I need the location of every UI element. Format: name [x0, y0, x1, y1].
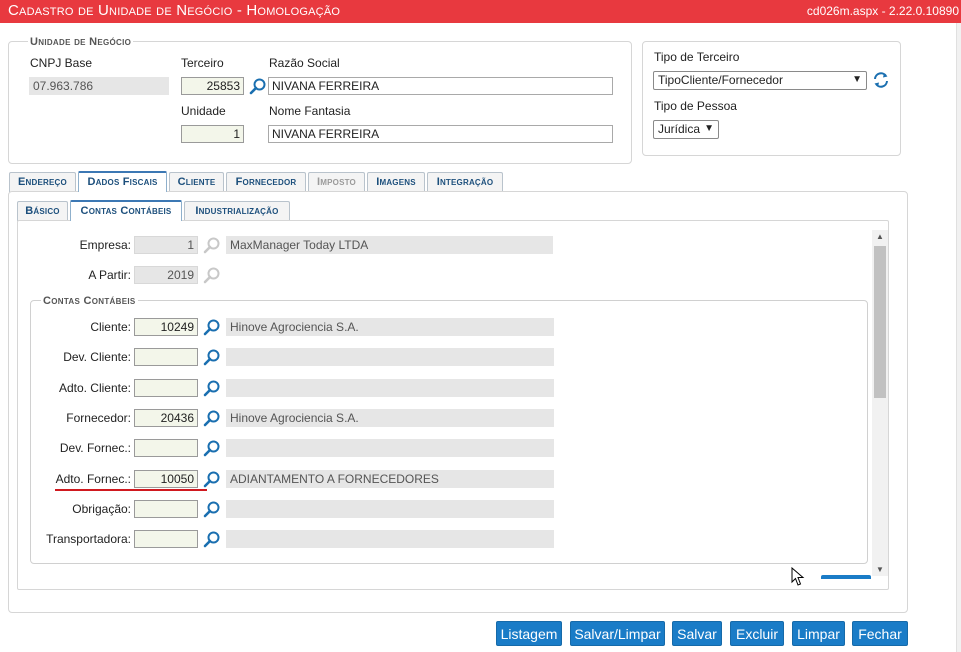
listagem-button[interactable]: Listagem: [496, 621, 562, 646]
content-scrollbar[interactable]: ▲ ▼: [872, 230, 888, 576]
contas-legend: Contas Contábeis: [41, 295, 138, 307]
conta-adto-cliente-desc: [226, 379, 554, 397]
razao-social-field[interactable]: NIVANA FERREIRA: [268, 77, 613, 95]
contas-fieldset: [30, 300, 868, 564]
subtab-basico[interactable]: Básico: [17, 201, 68, 221]
razao-social-label: Razão Social: [269, 56, 340, 70]
unidade-negocio-legend: Unidade de Negócio: [28, 36, 134, 48]
highlight-underline: [55, 489, 207, 491]
tipo-terceiro-value: TipoCliente/Fornecedor: [658, 73, 783, 87]
tab-imagens[interactable]: Imagens: [367, 172, 425, 192]
title-bar: Cadastro de Unidade de Negócio - Homolog…: [0, 0, 961, 23]
conta-fornecedor-search-icon[interactable]: [203, 409, 221, 427]
unidade-label: Unidade: [181, 104, 226, 118]
conta-dev-fornec-label: Dev. Fornec.:: [59, 441, 131, 455]
apartir-field: 2019: [134, 266, 198, 284]
nome-fantasia-field[interactable]: NIVANA FERREIRA: [268, 125, 613, 143]
refresh-icon[interactable]: [872, 71, 890, 89]
conta-fornecedor-label: Fornecedor:: [66, 411, 131, 425]
conta-cliente-search-icon[interactable]: [203, 318, 221, 336]
conta-fornecedor-desc: Hinove Agrociencia S.A.: [226, 409, 554, 427]
conta-dev-cliente-label: Dev. Cliente:: [63, 350, 131, 364]
fechar-button[interactable]: Fechar: [852, 621, 908, 646]
cnpj-field: 07.963.786: [29, 77, 169, 95]
scroll-thumb[interactable]: [874, 246, 886, 398]
conta-adto-cliente-search-icon[interactable]: [203, 379, 221, 397]
terceiro-field[interactable]: 25853: [181, 77, 244, 95]
nome-fantasia-label: Nome Fantasia: [269, 104, 351, 118]
conta-dev-cliente-search-icon[interactable]: [203, 348, 221, 366]
window-scrollbar[interactable]: [956, 23, 961, 652]
partial-button[interactable]: [821, 575, 871, 579]
tab-cliente[interactable]: Cliente: [169, 172, 224, 192]
empresa-name-field: MaxManager Today LTDA: [226, 236, 553, 254]
mouse-cursor-icon: [791, 566, 805, 587]
empresa-search-icon: [203, 236, 221, 254]
tab-imposto: Imposto: [308, 172, 365, 192]
conta-transportadora-desc: [226, 530, 554, 548]
tab-fornecedor[interactable]: Fornecedor: [226, 172, 306, 192]
tipo-terceiro-select[interactable]: TipoCliente/Fornecedor ▼: [653, 71, 867, 90]
conta-adto-cliente-label: Adto. Cliente:: [58, 381, 131, 395]
conta-dev-cliente-code[interactable]: [134, 348, 198, 366]
conta-dev-fornec-desc: [226, 439, 554, 457]
apartir-search-icon: [203, 266, 221, 284]
empresa-code-field: 1: [134, 236, 198, 254]
version-label: cd026m.aspx - 2.22.0.10890: [806, 4, 959, 18]
conta-adto-fornec-desc: ADIANTAMENTO A FORNECEDORES: [226, 470, 554, 488]
salvar-limpar-button[interactable]: Salvar/Limpar: [570, 621, 665, 646]
conta-adto-fornec-code[interactable]: 10050: [134, 470, 198, 488]
conta-dev-cliente-desc: [226, 348, 554, 366]
conta-transportadora-code[interactable]: [134, 530, 198, 548]
chevron-down-icon: ▼: [852, 74, 862, 85]
terceiro-search-icon[interactable]: [249, 77, 267, 95]
salvar-button[interactable]: Salvar: [672, 621, 722, 646]
conta-cliente-code[interactable]: 10249: [134, 318, 198, 336]
conta-adto-fornec-label: Adto. Fornec.:: [55, 472, 131, 486]
apartir-label: A Partir:: [88, 268, 131, 282]
cnpj-label: CNPJ Base: [30, 56, 93, 70]
tab-dados-fiscais[interactable]: Dados Fiscais: [78, 171, 167, 192]
chevron-down-icon: ▼: [704, 123, 714, 134]
conta-obrigacao-search-icon[interactable]: [203, 500, 221, 518]
subtab-contas-contabeis[interactable]: Contas Contábeis: [70, 200, 182, 221]
conta-dev-fornec-code[interactable]: [134, 439, 198, 457]
conta-dev-fornec-search-icon[interactable]: [203, 439, 221, 457]
tipo-pessoa-value: Jurídica: [658, 122, 701, 136]
conta-cliente-label: Cliente:: [90, 320, 131, 334]
conta-adto-fornec-search-icon[interactable]: [203, 470, 221, 488]
conta-obrigacao-desc: [226, 500, 554, 518]
conta-transportadora-label: Transportadora:: [46, 532, 131, 546]
tipo-terceiro-label: Tipo de Terceiro: [654, 50, 740, 64]
window-title: Cadastro de Unidade de Negócio - Homolog…: [8, 2, 341, 19]
terceiro-label: Terceiro: [181, 56, 224, 70]
conta-transportadora-search-icon[interactable]: [203, 530, 221, 548]
tipo-pessoa-label: Tipo de Pessoa: [654, 99, 737, 113]
limpar-button[interactable]: Limpar: [792, 621, 845, 646]
tipo-pessoa-select[interactable]: Jurídica ▼: [653, 120, 719, 139]
unidade-field[interactable]: 1: [181, 125, 244, 143]
scroll-down-icon[interactable]: ▼: [876, 565, 884, 574]
conta-obrigacao-label: Obrigação:: [72, 502, 131, 516]
conta-cliente-desc: Hinove Agrociencia S.A.: [226, 318, 554, 336]
conta-fornecedor-code[interactable]: 20436: [134, 409, 198, 427]
conta-obrigacao-code[interactable]: [134, 500, 198, 518]
scroll-up-icon[interactable]: ▲: [876, 232, 884, 241]
conta-adto-cliente-code[interactable]: [134, 379, 198, 397]
tab-integracao[interactable]: Integração: [427, 172, 503, 192]
subtab-industrializacao[interactable]: Industrialização: [184, 201, 290, 221]
excluir-button[interactable]: Excluir: [730, 621, 784, 646]
tab-endereco[interactable]: Endereço: [9, 172, 76, 192]
empresa-label: Empresa:: [79, 238, 131, 252]
